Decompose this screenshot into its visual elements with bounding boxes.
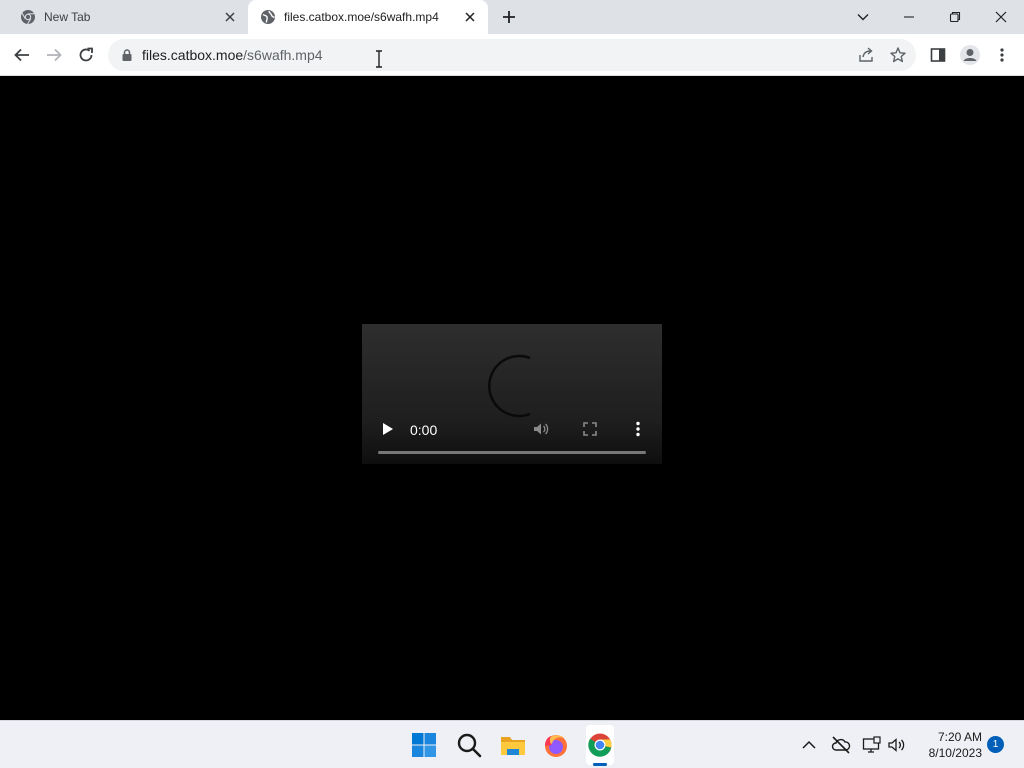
volume-button[interactable] — [532, 420, 550, 438]
video-player[interactable]: 0:00 — [362, 324, 662, 464]
chrome-icon[interactable] — [587, 732, 613, 758]
tab-title: New Tab — [44, 10, 91, 24]
windows-start-icon[interactable] — [411, 732, 437, 758]
url-path: /s6wafh.mp4 — [243, 47, 323, 63]
current-time: 0:00 — [410, 422, 438, 438]
restore-button[interactable] — [932, 0, 978, 34]
close-icon[interactable] — [222, 9, 238, 25]
video-controls: 0:00 — [362, 414, 662, 444]
fullscreen-button[interactable] — [581, 420, 599, 438]
arrow-left-icon — [14, 48, 29, 62]
tab-new-tab[interactable]: New Tab — [8, 0, 248, 34]
reload-button[interactable] — [74, 43, 98, 67]
avatar-icon — [960, 45, 980, 65]
side-panel-button[interactable] — [926, 43, 950, 67]
tab-search-button[interactable] — [840, 0, 886, 34]
forward-button[interactable] — [42, 43, 66, 67]
active-app-indicator — [593, 763, 607, 766]
text-cursor-icon — [376, 50, 382, 68]
notification-badge[interactable]: 1 — [987, 736, 1004, 753]
file-explorer-icon[interactable] — [500, 732, 526, 758]
firefox-icon[interactable] — [543, 732, 569, 758]
profile-button[interactable] — [958, 43, 982, 67]
tab-title: files.catbox.moe/s6wafh.mp4 — [284, 10, 439, 24]
chevron-up-icon[interactable] — [799, 735, 819, 755]
close-icon[interactable] — [462, 9, 478, 25]
page-content: 0:00 — [0, 77, 1024, 720]
globe-icon — [261, 10, 275, 24]
bookmark-star-icon[interactable] — [889, 46, 907, 64]
menu-button[interactable] — [990, 43, 1014, 67]
lock-icon[interactable] — [120, 48, 134, 62]
url-text[interactable]: files.catbox.moe/s6wafh.mp4 — [142, 47, 323, 63]
progress-bar[interactable] — [378, 451, 646, 454]
chrome-icon — [21, 10, 35, 25]
more-options-button[interactable] — [629, 420, 647, 438]
close-icon — [995, 11, 1007, 23]
browser-toolbar: files.catbox.moe/s6wafh.mp4 — [0, 34, 1024, 76]
clock-date: 8/10/2023 — [928, 746, 982, 760]
system-clock[interactable]: 7:20 AM 8/10/2023 — [912, 729, 982, 761]
tab-strip: New Tab files.catbox.moe/s6wafh.mp4 — [0, 0, 1024, 34]
volume-icon[interactable] — [887, 735, 907, 755]
network-icon[interactable] — [862, 735, 882, 755]
close-window-button[interactable] — [978, 0, 1024, 34]
tab-video[interactable]: files.catbox.moe/s6wafh.mp4 — [248, 0, 488, 34]
chevron-down-icon — [857, 14, 869, 21]
loading-spinner-icon — [487, 354, 531, 418]
back-button[interactable] — [10, 43, 34, 67]
clock-time: 7:20 AM — [937, 730, 982, 744]
url-host: files.catbox.moe — [142, 47, 244, 63]
address-bar[interactable]: files.catbox.moe/s6wafh.mp4 — [108, 39, 916, 71]
arrow-right-icon — [47, 48, 62, 62]
reload-icon — [79, 47, 93, 62]
minimize-button[interactable] — [886, 0, 932, 34]
restore-icon — [949, 11, 961, 23]
search-icon[interactable] — [456, 732, 482, 758]
taskbar: 7:20 AM 8/10/2023 1 — [0, 720, 1024, 768]
share-icon[interactable] — [857, 46, 875, 64]
new-tab-button[interactable] — [498, 6, 520, 28]
play-button[interactable] — [378, 420, 396, 438]
side-panel-icon — [930, 48, 946, 62]
onedrive-offline-icon[interactable] — [831, 735, 851, 755]
more-vert-icon — [1000, 48, 1004, 62]
minimize-icon — [904, 16, 914, 18]
